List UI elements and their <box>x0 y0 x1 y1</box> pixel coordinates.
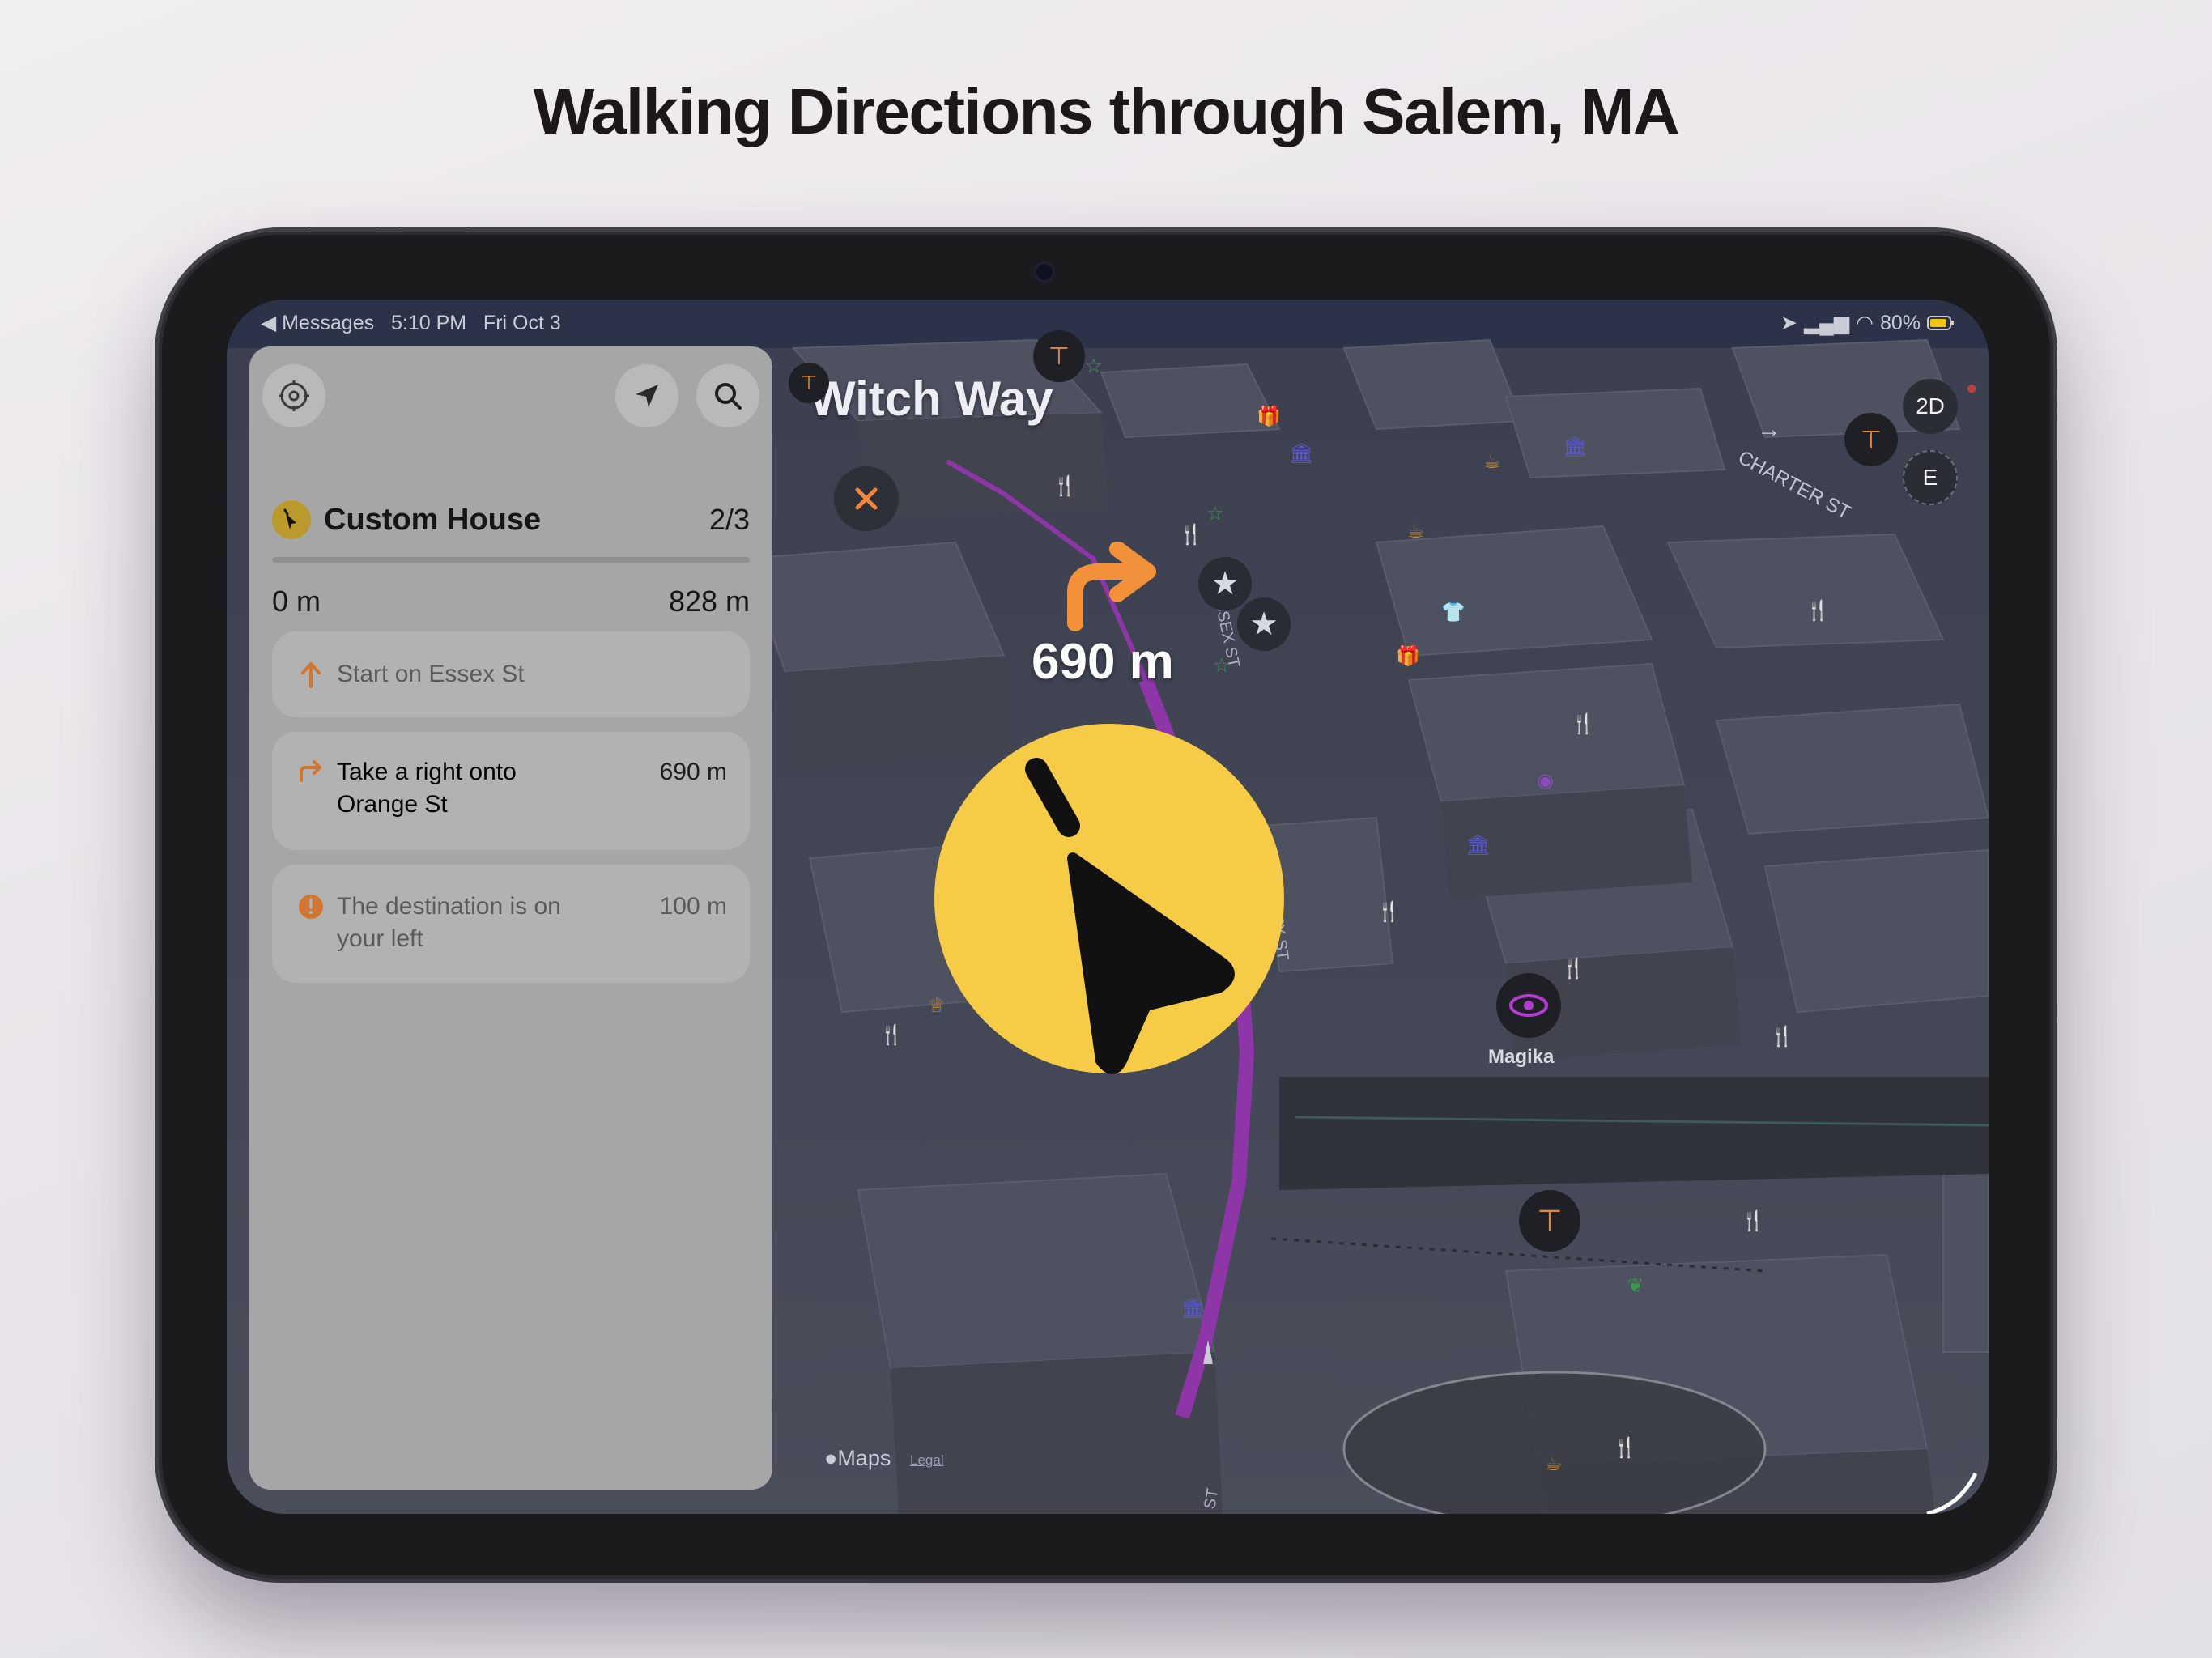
navigation-pointer-icon <box>934 724 1284 1074</box>
restaurant-icon: 🍴 <box>879 1024 904 1046</box>
legal-link[interactable]: Legal <box>910 1452 944 1469</box>
battery-charging-icon <box>1927 316 1954 330</box>
restaurant-icon: 🍴 <box>1561 958 1585 980</box>
restaurant-icon: 🍴 <box>1613 1437 1637 1459</box>
museum-icon: 🏛 <box>1289 443 1314 465</box>
close-icon <box>855 487 878 510</box>
cellular-signal-icon: ▂▄▆ <box>1803 312 1850 334</box>
step-item[interactable]: Take a right onto Orange St 690 m <box>272 732 750 850</box>
step-text: Start on Essex St <box>337 661 525 687</box>
apple-maps-attribution: ●Maps <box>824 1446 891 1470</box>
step-text: Take a right onto Orange St <box>337 759 517 818</box>
favorite-star-icon[interactable]: ★ <box>1237 597 1291 651</box>
signpost-icon[interactable]: ⊤ <box>1844 413 1898 466</box>
maneuver-distance: 690 m <box>1032 634 1174 690</box>
destination-name: Custom House <box>324 502 542 537</box>
turn-right-icon <box>295 756 327 782</box>
current-location-button[interactable] <box>615 364 678 427</box>
eye-icon <box>1509 994 1548 1017</box>
search-button[interactable] <box>696 364 759 427</box>
museum-icon: 🏛 <box>1180 1298 1206 1320</box>
arrow-up-icon <box>295 661 327 688</box>
restaurant-icon: 🍴 <box>1179 524 1203 546</box>
signpost-icon[interactable]: ⊤ <box>789 363 829 403</box>
trophy-icon: ♕ <box>928 995 946 1017</box>
restaurant-icon: 🍴 <box>1053 475 1077 497</box>
clothing-store-icon: 👕 <box>1441 602 1465 623</box>
search-icon <box>715 383 742 410</box>
eye-icon: ◉ <box>1537 770 1554 792</box>
direction-arrow-icon: → <box>1757 416 1781 443</box>
view-mode-2d-button[interactable]: 2D <box>1903 379 1958 434</box>
landmark-star-icon: ☆ <box>1085 355 1103 377</box>
gift-shop-icon: 🎁 <box>1257 406 1281 427</box>
step-distance: 100 m <box>659 893 727 920</box>
compass-heading-button[interactable]: E <box>1903 450 1958 505</box>
status-time: 5:10 PM <box>390 312 467 334</box>
restaurant-icon: 🍴 <box>1741 1210 1765 1232</box>
landmark-star-icon: ☆ <box>1213 655 1231 677</box>
status-bar-left: ◀ Messages 5:10 PM Fri Oct 3 <box>261 311 561 335</box>
location-services-icon: ➤ <box>1780 312 1797 334</box>
battery-percent: 80% <box>1879 311 1921 334</box>
directions-panel: Custom House 2/3 0 m 828 m Start on Esse… <box>249 346 772 1490</box>
step-item[interactable]: Start on Essex St <box>272 631 750 717</box>
restaurant-icon: 🍴 <box>1376 901 1401 923</box>
user-location-ring <box>1342 1371 1767 1514</box>
signpost-icon[interactable]: ⊤ <box>1033 330 1085 382</box>
end-route-button[interactable] <box>834 466 899 531</box>
poi-marker-icon: ● <box>1966 377 1978 399</box>
landmark-star-icon: ☆ <box>1206 503 1224 525</box>
ipad-screen: ESSEX ST ESSEX ST CHARTER ST ST ◀ Messag… <box>227 300 1989 1514</box>
page-headline: Walking Directions through Salem, MA <box>533 75 1680 147</box>
park-leaf-icon: ❦ <box>1627 1275 1644 1297</box>
poi-magika-label: Magika <box>1488 1046 1555 1068</box>
settings-button[interactable] <box>262 364 325 427</box>
route-progress-bar <box>272 557 750 563</box>
gift-shop-icon: 🎁 <box>1396 645 1420 667</box>
total-distance: 828 m <box>668 585 750 618</box>
map-title: Witch Way <box>810 372 1053 426</box>
step-item[interactable]: The destination is on your left 100 m <box>272 865 750 983</box>
destination-pin-icon <box>295 891 327 920</box>
street-label-st: ST <box>1201 1487 1222 1511</box>
route-header: Custom House 2/3 <box>272 495 750 544</box>
route-avatar-icon <box>272 500 311 539</box>
wifi-icon: ◠ <box>1856 312 1874 334</box>
start-distance: 0 m <box>272 585 321 618</box>
front-camera <box>1036 264 1053 280</box>
status-date: Fri Oct 3 <box>483 312 561 334</box>
gear-icon <box>279 380 309 411</box>
restaurant-icon: 🍴 <box>1770 1026 1794 1048</box>
cafe-icon: ☕ <box>1483 451 1501 473</box>
museum-icon: 🏛 <box>1563 436 1588 458</box>
step-distance: 690 m <box>659 759 727 785</box>
museum-icon: 🏛 <box>1465 835 1491 857</box>
status-bar-right: ➤ ▂▄▆ ◠ 80% <box>1780 311 1955 335</box>
signpost-icon[interactable]: ⊤ <box>1519 1190 1580 1252</box>
restaurant-icon: 🍴 <box>1806 600 1830 622</box>
restaurant-icon: 🍴 <box>1571 713 1595 735</box>
step-text: The destination is on your left <box>337 893 561 952</box>
distance-row: 0 m 828 m <box>272 585 750 619</box>
stop-counter: 2/3 <box>708 503 750 536</box>
cafe-icon: ☕ <box>1407 521 1425 542</box>
cafe-icon: ☕ <box>1545 1453 1563 1475</box>
turn-right-maneuver-icon <box>1067 542 1156 631</box>
location-arrow-icon <box>636 385 658 407</box>
favorite-star-icon[interactable]: ★ <box>1198 557 1252 610</box>
poi-magika-marker[interactable] <box>1496 973 1561 1038</box>
status-back-link[interactable]: ◀ Messages <box>261 312 374 334</box>
apple-logo-icon: ● <box>824 1446 838 1470</box>
